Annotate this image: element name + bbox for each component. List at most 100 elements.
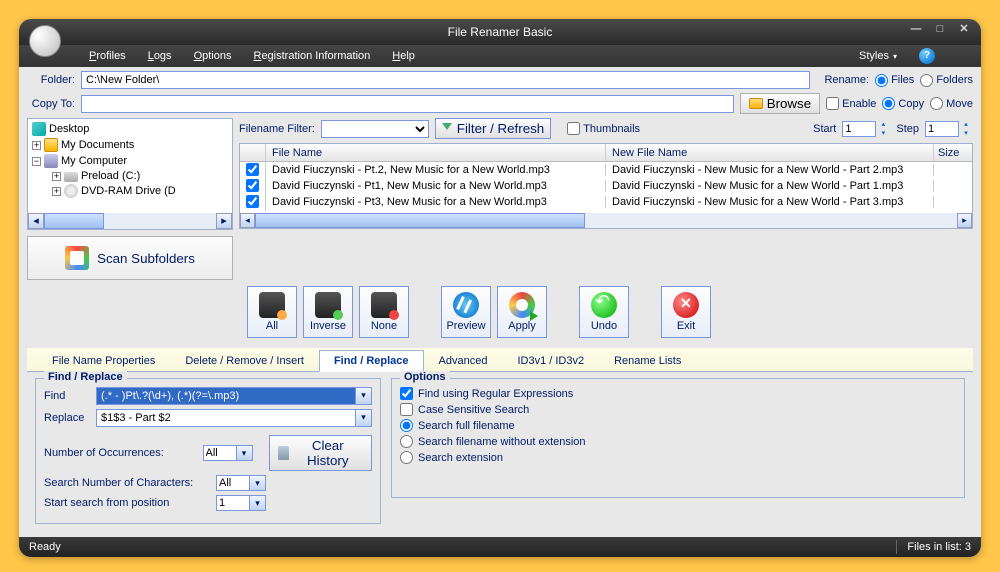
search-full-radio[interactable]	[400, 419, 413, 432]
apply-button[interactable]: Apply	[497, 286, 547, 338]
file-grid: File Name New File Name Size David Fiucz…	[239, 143, 973, 229]
table-row[interactable]: David Fiuczynski - Pt.2, New Music for a…	[240, 162, 972, 178]
tree-mydocs[interactable]: +My Documents	[30, 137, 230, 153]
rename-folders-radio[interactable]: Folders	[920, 74, 973, 87]
cell-newname: David Fiuczynski - New Music for a New W…	[606, 180, 934, 192]
expand-icon[interactable]: +	[32, 141, 41, 150]
select-all-button[interactable]: All	[247, 286, 297, 338]
scroll-thumb[interactable]	[44, 213, 104, 229]
exit-button[interactable]: Exit	[661, 286, 711, 338]
preview-button[interactable]: Preview	[441, 286, 491, 338]
filter-refresh-button[interactable]: Filter / Refresh	[435, 118, 551, 139]
occurrences-select[interactable]: ▾	[203, 445, 253, 461]
find-replace-group: Find / Replace Find ▾ Replace ▾ Number o…	[35, 378, 381, 524]
expand-icon[interactable]: +	[52, 172, 61, 181]
statusbar: Ready Files in list: 3	[19, 537, 981, 557]
rename-files-radio[interactable]: Files	[875, 74, 914, 87]
grid-scrollbar[interactable]: ◂ ▸	[240, 213, 972, 228]
menu-help[interactable]: Help	[392, 50, 415, 62]
scan-subfolders-button[interactable]: Scan Subfolders	[27, 236, 233, 280]
filename-filter-select[interactable]	[321, 120, 429, 138]
select-all-icon	[259, 292, 285, 318]
titlebar: File Renamer Basic — □ ✕	[19, 19, 981, 45]
regex-checkbox[interactable]	[400, 387, 413, 400]
dropdown-icon[interactable]: ▾	[356, 387, 372, 405]
browse-button[interactable]: Browse	[740, 93, 820, 114]
menubar: Profiles Logs Options Registration Infor…	[19, 45, 981, 67]
col-newname-header[interactable]: New File Name	[606, 144, 934, 161]
close-button[interactable]: ✕	[957, 23, 971, 37]
col-filename-header[interactable]: File Name	[266, 144, 606, 161]
thumbnails-checkbox[interactable]: Thumbnails	[567, 122, 640, 135]
tab-advanced[interactable]: Advanced	[424, 350, 503, 371]
search-noext-radio[interactable]	[400, 435, 413, 448]
menu-profiles[interactable]: Profiles	[89, 50, 126, 62]
case-checkbox[interactable]	[400, 403, 413, 416]
menu-logs[interactable]: Logs	[148, 50, 172, 62]
start-spinner[interactable]: ▴▾	[842, 120, 890, 138]
folder-tree[interactable]: Desktop +My Documents −My Computer +Prel…	[27, 118, 233, 230]
enable-checkbox[interactable]: Enable	[826, 97, 876, 110]
move-radio[interactable]: Move	[930, 97, 973, 110]
dvd-icon	[64, 184, 78, 198]
step-spinner[interactable]: ▴▾	[925, 120, 973, 138]
dropdown-icon[interactable]: ▾	[356, 409, 372, 427]
options-group: Options Find using Regular Expressions C…	[391, 378, 965, 498]
tabs: File Name Properties Delete / Remove / I…	[27, 348, 973, 372]
replace-label: Replace	[44, 412, 90, 424]
cell-filename: David Fiuczynski - Pt.2, New Music for a…	[266, 164, 606, 176]
computer-icon	[44, 154, 58, 168]
find-input[interactable]	[96, 387, 356, 405]
select-none-button[interactable]: None	[359, 286, 409, 338]
copyto-input[interactable]	[81, 95, 734, 113]
scroll-left-icon[interactable]: ◂	[240, 213, 255, 228]
maximize-button[interactable]: □	[933, 23, 947, 37]
tab-delete-remove-insert[interactable]: Delete / Remove / Insert	[170, 350, 319, 371]
help-icon[interactable]: ?	[919, 48, 935, 64]
tab-filename-properties[interactable]: File Name Properties	[37, 350, 170, 371]
tree-preload[interactable]: +Preload (C:)	[30, 169, 230, 183]
scroll-right-icon[interactable]: ▸	[216, 213, 232, 229]
table-row[interactable]: David Fiuczynski - Pt1, New Music for a …	[240, 178, 972, 194]
status-count: Files in list: 3	[907, 541, 971, 553]
replace-input[interactable]	[96, 409, 356, 427]
cell-newname: David Fiuczynski - New Music for a New W…	[606, 196, 934, 208]
tab-find-replace[interactable]: Find / Replace	[319, 350, 424, 372]
exit-icon	[673, 292, 699, 318]
tab-id3[interactable]: ID3v1 / ID3v2	[502, 350, 599, 371]
occurrences-label: Number of Occurrences:	[44, 447, 197, 459]
row-checkbox[interactable]	[246, 195, 259, 208]
tree-desktop[interactable]: Desktop	[30, 121, 230, 137]
scroll-right-icon[interactable]: ▸	[957, 213, 972, 228]
tree-mycomp[interactable]: −My Computer	[30, 153, 230, 169]
select-inverse-button[interactable]: Inverse	[303, 286, 353, 338]
clear-history-button[interactable]: Clear History	[269, 435, 372, 471]
menu-registration[interactable]: Registration Information	[253, 50, 370, 62]
folder-icon	[749, 98, 763, 109]
row-checkbox[interactable]	[246, 163, 259, 176]
startpos-label: Start search from position	[44, 497, 210, 509]
search-ext-radio[interactable]	[400, 451, 413, 464]
scroll-thumb[interactable]	[255, 213, 585, 228]
expand-icon[interactable]: +	[52, 187, 61, 196]
undo-button[interactable]: Undo	[579, 286, 629, 338]
copy-radio[interactable]: Copy	[882, 97, 924, 110]
styles-dropdown[interactable]: Styles ▾	[859, 50, 897, 62]
tree-scrollbar[interactable]: ◂ ▸	[28, 213, 232, 229]
startpos-select[interactable]: ▾	[216, 495, 266, 511]
folder-input[interactable]	[81, 71, 810, 89]
menu-options[interactable]: Options	[194, 50, 232, 62]
row-checkbox[interactable]	[246, 179, 259, 192]
collapse-icon[interactable]: −	[32, 157, 41, 166]
tab-rename-lists[interactable]: Rename Lists	[599, 350, 696, 371]
tree-dvd[interactable]: +DVD-RAM Drive (D	[30, 183, 230, 199]
minimize-button[interactable]: —	[909, 23, 923, 37]
table-row[interactable]: David Fiuczynski - Pt3, New Music for a …	[240, 194, 972, 210]
funnel-icon	[442, 123, 454, 135]
check-all-header[interactable]	[240, 144, 266, 161]
search-chars-select[interactable]: ▾	[216, 475, 266, 491]
col-size-header[interactable]: Size	[934, 144, 972, 161]
scroll-left-icon[interactable]: ◂	[28, 213, 44, 229]
cell-filename: David Fiuczynski - Pt1, New Music for a …	[266, 180, 606, 192]
drive-icon	[64, 172, 78, 182]
